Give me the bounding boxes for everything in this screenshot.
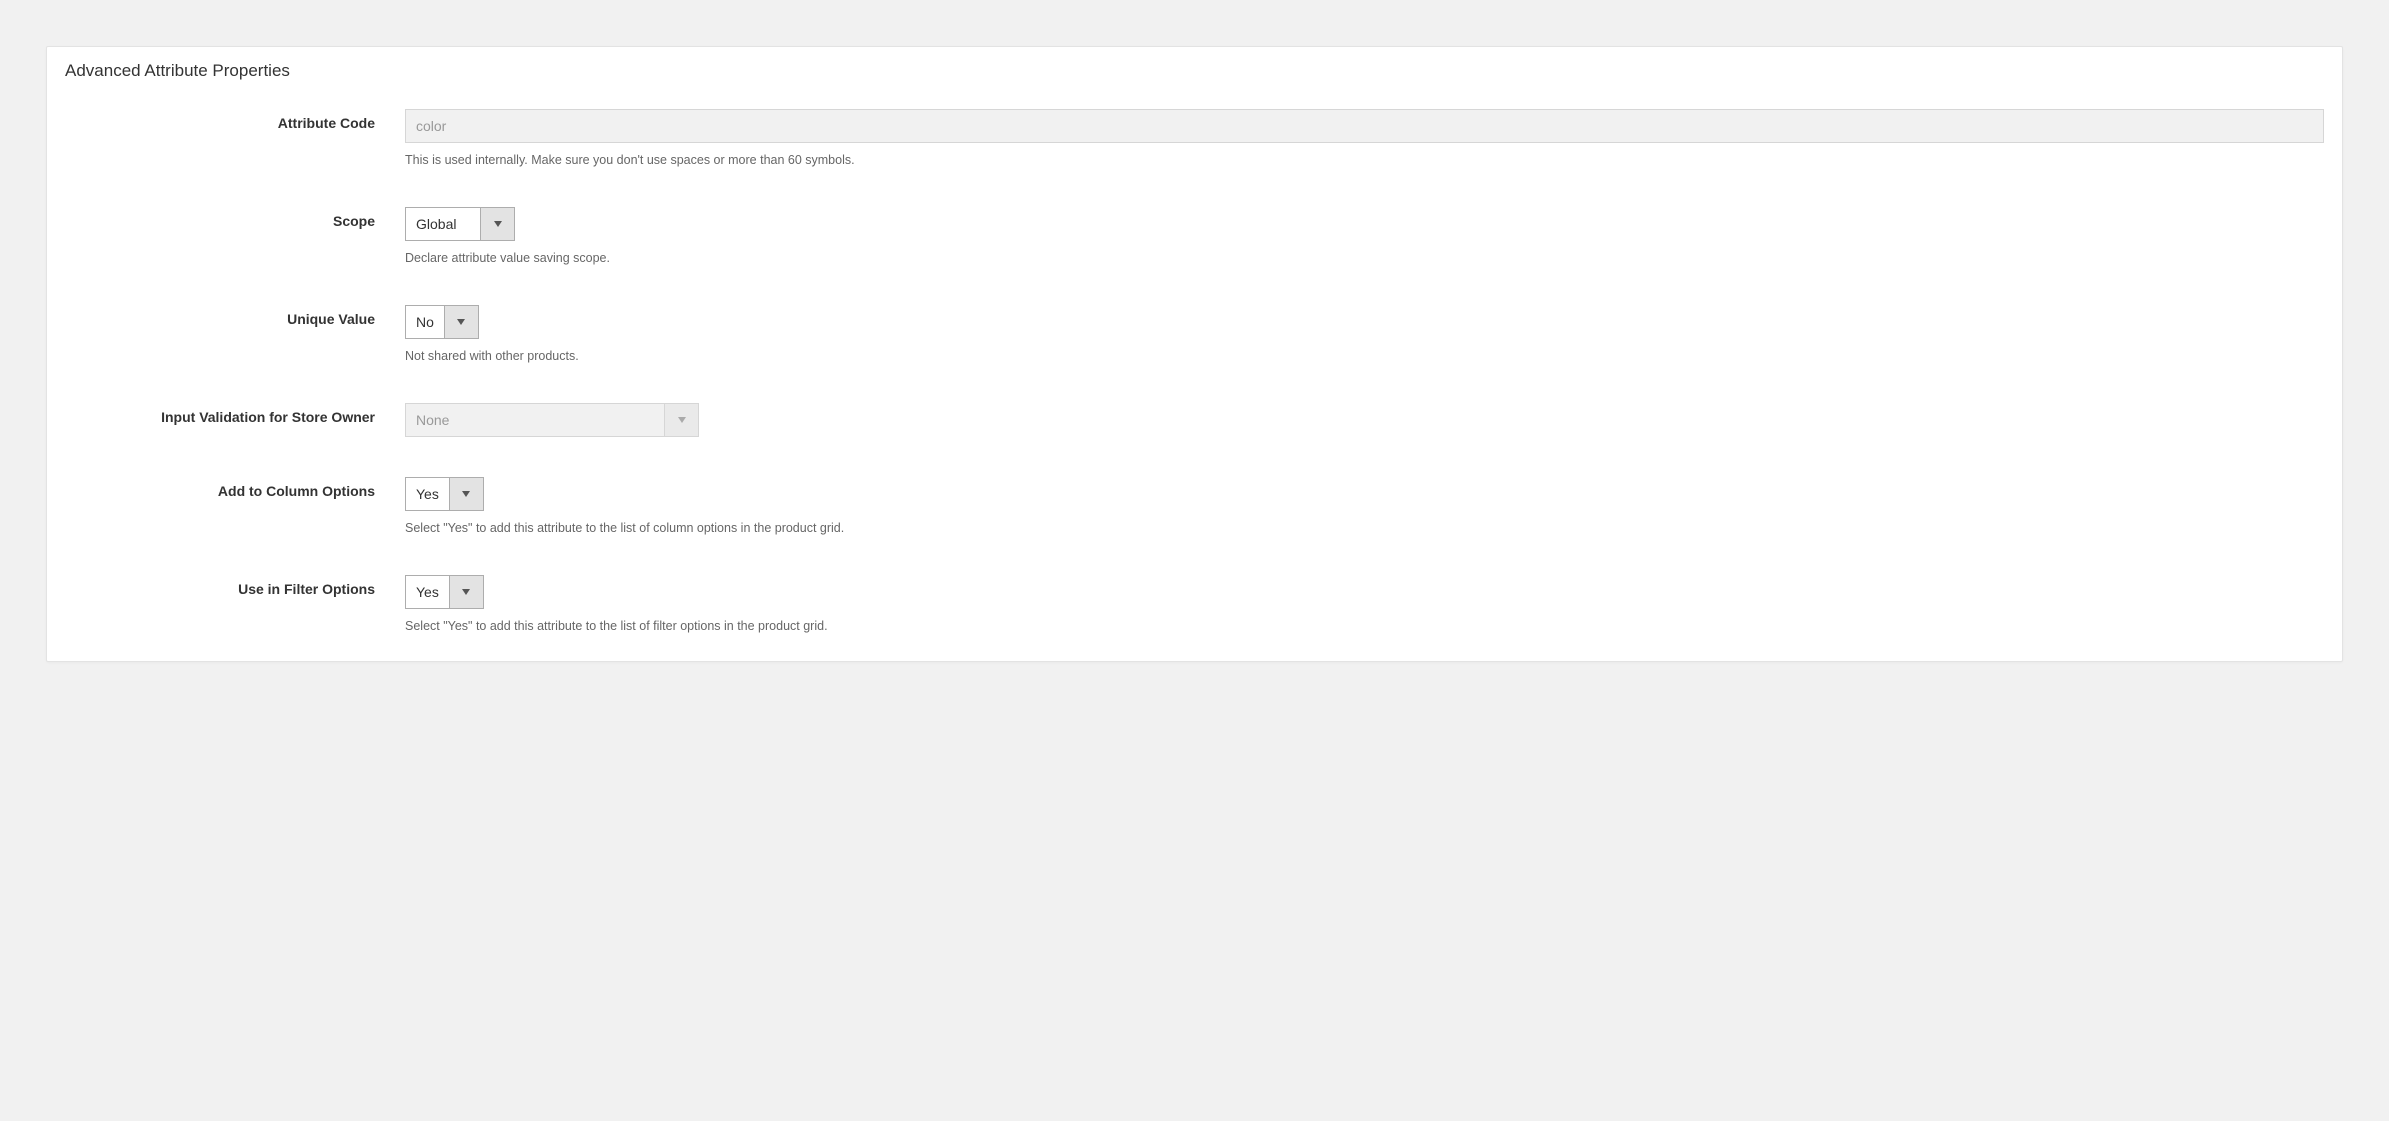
unique-value-note: Not shared with other products. xyxy=(405,349,2324,363)
attribute-code-note: This is used internally. Make sure you d… xyxy=(405,153,2324,167)
input-validation-select-value: None xyxy=(406,404,664,436)
unique-value-label: Unique Value xyxy=(65,305,405,327)
use-in-filter-note: Select "Yes" to add this attribute to th… xyxy=(405,619,2324,633)
scope-select-value: Global xyxy=(406,208,480,240)
unique-value-select-value: No xyxy=(406,306,444,338)
chevron-down-icon xyxy=(480,208,514,240)
scope-select[interactable]: Global xyxy=(405,207,515,241)
attribute-code-label: Attribute Code xyxy=(65,109,405,131)
field-input-validation: Input Validation for Store Owner None xyxy=(65,403,2324,437)
chevron-down-icon xyxy=(449,478,483,510)
use-in-filter-label: Use in Filter Options xyxy=(65,575,405,597)
unique-value-select[interactable]: No xyxy=(405,305,479,339)
field-add-to-column: Add to Column Options Yes Select "Yes" t… xyxy=(65,477,2324,535)
chevron-down-icon xyxy=(449,576,483,608)
scope-label: Scope xyxy=(65,207,405,229)
input-validation-select: None xyxy=(405,403,699,437)
use-in-filter-select[interactable]: Yes xyxy=(405,575,484,609)
chevron-down-icon xyxy=(444,306,478,338)
advanced-attribute-properties-panel: Advanced Attribute Properties Attribute … xyxy=(46,46,2343,662)
field-use-in-filter: Use in Filter Options Yes Select "Yes" t… xyxy=(65,575,2324,633)
scope-note: Declare attribute value saving scope. xyxy=(405,251,2324,265)
use-in-filter-select-value: Yes xyxy=(406,576,449,608)
chevron-down-icon xyxy=(664,404,698,436)
add-to-column-note: Select "Yes" to add this attribute to th… xyxy=(405,521,2324,535)
field-unique-value: Unique Value No Not shared with other pr… xyxy=(65,305,2324,363)
input-validation-label: Input Validation for Store Owner xyxy=(65,403,405,425)
add-to-column-select[interactable]: Yes xyxy=(405,477,484,511)
add-to-column-select-value: Yes xyxy=(406,478,449,510)
panel-title: Advanced Attribute Properties xyxy=(65,61,2324,81)
field-attribute-code: Attribute Code This is used internally. … xyxy=(65,109,2324,167)
field-scope: Scope Global Declare attribute value sav… xyxy=(65,207,2324,265)
add-to-column-label: Add to Column Options xyxy=(65,477,405,499)
attribute-code-input xyxy=(405,109,2324,143)
